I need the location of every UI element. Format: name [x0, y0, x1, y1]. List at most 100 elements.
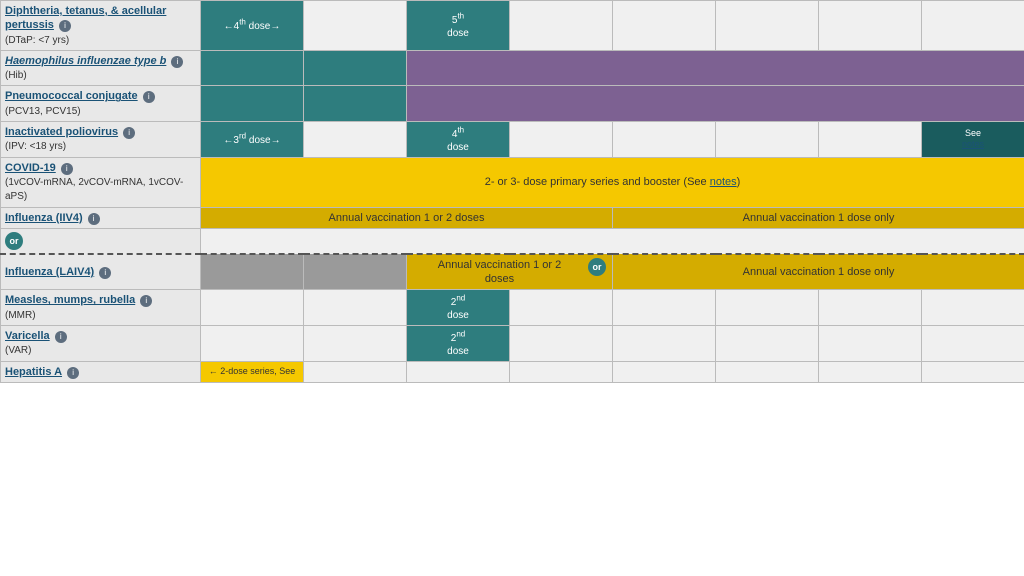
iiv4-vaccine-cell: Influenza (IIV4) i	[1, 207, 201, 228]
pcv-vaccine-cell: Pneumococcal conjugate i (PCV13, PCV15)	[1, 86, 201, 122]
mmr-info-icon[interactable]: i	[140, 295, 152, 307]
pcv-info-icon[interactable]: i	[143, 91, 155, 103]
ipv-see-text: See	[965, 128, 981, 138]
mmr-vaccine-link[interactable]: Measles, mumps, rubella	[5, 294, 135, 306]
dtap-dose4: ←4th dose→	[201, 1, 304, 51]
var-col1	[201, 326, 304, 362]
covid-series-cell: 2- or 3- dose primary series and booster…	[201, 157, 1024, 207]
iiv4-annual-12: Annual vaccination 1 or 2 doses	[201, 207, 613, 228]
laiv4-vaccine-link[interactable]: Influenza (LAIV4)	[5, 266, 94, 278]
pcv-col2	[304, 86, 407, 122]
hepa-series: ← 2-dose series, See	[201, 361, 304, 382]
influenza-iiv4-row: Influenza (IIV4) i Annual vaccination 1 …	[1, 207, 1024, 228]
ipv-info-icon[interactable]: i	[123, 127, 135, 139]
dtap-info-icon[interactable]: i	[59, 20, 71, 32]
covid-row: COVID-19 i (1vCOV-mRNA, 2vCOV-mRNA, 1vCO…	[1, 157, 1024, 207]
varicella-vaccine-cell: Varicella i (VAR)	[1, 326, 201, 362]
mmr-dose2: 2nddose	[407, 290, 510, 326]
mmr-col4	[510, 290, 613, 326]
dtap-row: Diphtheria, tetanus, & acellular pertuss…	[1, 1, 1024, 51]
hib-row: Haemophilus influenzae type b i (Hib)	[1, 50, 1024, 86]
or-row: or	[1, 228, 1024, 254]
mmr-row: Measles, mumps, rubella i (MMR) 2nddose	[1, 290, 1024, 326]
laiv4-vaccine-cell: Influenza (LAIV4) i	[1, 254, 201, 290]
ipv-dose3: ←3rd dose→	[201, 122, 304, 158]
varicella-vaccine-link[interactable]: Varicella	[5, 330, 50, 342]
hepa-vaccine-link[interactable]: Hepatitis A	[5, 366, 62, 378]
mmr-sub-label: (MMR)	[5, 310, 36, 321]
hib-purple-span	[407, 50, 1024, 86]
hepa-row: Hepatitis A i ← 2-dose series, See	[1, 361, 1024, 382]
mmr-col1	[201, 290, 304, 326]
iiv4-vaccine-link[interactable]: Influenza (IIV4)	[5, 212, 83, 224]
hepa-col3	[407, 361, 510, 382]
dtap-vaccine-link[interactable]: Diphtheria, tetanus, & acellular pertuss…	[5, 5, 166, 31]
hepa-col8	[922, 361, 1024, 382]
hepa-info-icon[interactable]: i	[67, 367, 79, 379]
var-col5	[613, 326, 716, 362]
dtap-vaccine-cell: Diphtheria, tetanus, & acellular pertuss…	[1, 1, 201, 51]
hepa-col5	[613, 361, 716, 382]
hib-info-icon[interactable]: i	[171, 56, 183, 68]
mmr-col6	[716, 290, 819, 326]
var-col8	[922, 326, 1024, 362]
ipv-dose4-text: 4thdose	[447, 129, 469, 153]
influenza-laiv4-row: Influenza (LAIV4) i or Annual vaccinatio…	[1, 254, 1024, 290]
ipv-col5	[613, 122, 716, 158]
hepa-series-text: ← 2-dose series, See	[209, 366, 296, 376]
dtap-col2	[304, 1, 407, 51]
laiv4-annual-1-text: Annual vaccination 1 dose only	[743, 266, 895, 278]
varicella-info-icon[interactable]: i	[55, 331, 67, 343]
laiv4-annual-12: or Annual vaccination 1 or 2doses	[407, 254, 613, 290]
laiv4-annual-12-text: Annual vaccination 1 or 2doses	[438, 259, 562, 285]
pcv-col1	[201, 86, 304, 122]
hib-vaccine-link[interactable]: Haemophilus influenzae type b	[5, 55, 166, 67]
dtap-dose5-text: 5thdose	[447, 15, 469, 39]
dtap-col5	[613, 1, 716, 51]
dtap-col4	[510, 1, 613, 51]
ipv-vaccine-link[interactable]: Inactivated poliovirus	[5, 126, 118, 138]
laiv4-gray2	[304, 254, 407, 290]
laiv4-info-icon[interactable]: i	[99, 267, 111, 279]
mmr-vaccine-cell: Measles, mumps, rubella i (MMR)	[1, 290, 201, 326]
hib-col1	[201, 50, 304, 86]
covid-series-text: 2- or 3- dose primary series and booster…	[485, 176, 710, 188]
dtap-col8	[922, 1, 1024, 51]
ipv-col7	[819, 122, 922, 158]
laiv4-gray1	[201, 254, 304, 290]
hib-sub-label: (Hib)	[5, 70, 27, 81]
varicella-row: Varicella i (VAR) 2nddose	[1, 326, 1024, 362]
covid-info-icon[interactable]: i	[61, 163, 73, 175]
covid-sub-label: (1vCOV-mRNA, 2vCOV-mRNA, 1vCOV-aPS)	[5, 177, 183, 202]
dtap-dose5: 5thdose	[407, 1, 510, 51]
ipv-dose3-text: ←3rd dose→	[223, 135, 280, 146]
hib-vaccine-cell: Haemophilus influenzae type b i (Hib)	[1, 50, 201, 86]
hepa-col4	[510, 361, 613, 382]
mmr-dose2-text: 2nddose	[447, 297, 469, 321]
hepa-col2	[304, 361, 407, 382]
covid-vaccine-link[interactable]: COVID-19	[5, 162, 56, 174]
ipv-col2	[304, 122, 407, 158]
laiv4-annual-1: Annual vaccination 1 dose only	[613, 254, 1024, 290]
covid-notes-link[interactable]: notes	[710, 176, 737, 188]
var-col4	[510, 326, 613, 362]
ipv-dose4: 4thdose	[407, 122, 510, 158]
ipv-notes-link[interactable]: notes	[962, 139, 984, 149]
pcv-purple-span	[407, 86, 1024, 122]
dtap-dose4-text: ←4th dose→	[224, 21, 281, 32]
hepa-col7	[819, 361, 922, 382]
iiv4-info-icon[interactable]: i	[88, 213, 100, 225]
mmr-col2	[304, 290, 407, 326]
covid-vaccine-cell: COVID-19 i (1vCOV-mRNA, 2vCOV-mRNA, 1vCO…	[1, 157, 201, 207]
or-spacer	[201, 228, 1024, 254]
iiv4-annual-1-text: Annual vaccination 1 dose only	[743, 212, 895, 224]
pcv-sub-label: (PCV13, PCV15)	[5, 106, 81, 117]
ipv-vaccine-cell: Inactivated poliovirus i (IPV: <18 yrs)	[1, 122, 201, 158]
var-dose2: 2nddose	[407, 326, 510, 362]
or-badge: or	[5, 232, 23, 250]
pcv-vaccine-link[interactable]: Pneumococcal conjugate	[5, 90, 138, 102]
covid-paren-close: )	[737, 176, 741, 188]
ipv-row: Inactivated poliovirus i (IPV: <18 yrs) …	[1, 122, 1024, 158]
dtap-col6	[716, 1, 819, 51]
ipv-sub-label: (IPV: <18 yrs)	[5, 141, 66, 152]
